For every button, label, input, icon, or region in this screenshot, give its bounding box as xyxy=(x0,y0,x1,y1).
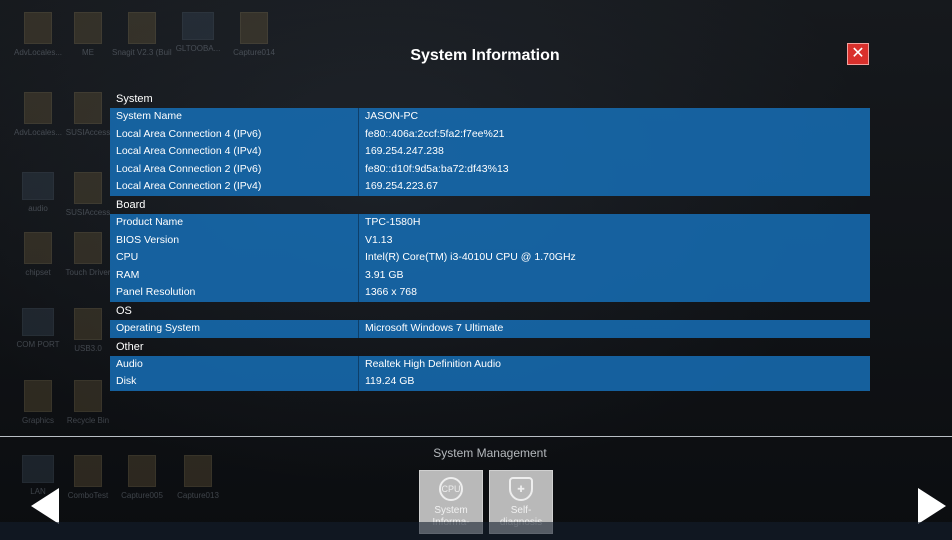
info-value: 169.254.223.67 xyxy=(365,180,438,193)
info-value: V1.13 xyxy=(365,233,393,246)
info-value: 3.91 GB xyxy=(365,268,404,281)
folder-icon xyxy=(24,12,52,44)
desktop-icon[interactable]: Capture005 xyxy=(112,455,172,500)
desktop-icon[interactable]: SUSIAccess xyxy=(58,172,118,217)
desktop-icon[interactable]: Capture013 xyxy=(168,455,228,500)
info-label: System Name xyxy=(110,108,359,126)
info-row: BIOS Version V1.13 xyxy=(110,231,870,250)
system-info-table: System System Name JASON-PC Local Area Conn… xyxy=(110,90,870,391)
info-row: Local Area Connection 4 (IPv6) fe80::406a… xyxy=(110,125,870,144)
section-header: Board xyxy=(116,198,146,211)
info-row: Local Area Connection 4 (IPv4) 169.254.24… xyxy=(110,143,870,161)
folder-icon xyxy=(74,232,102,264)
folder-icon xyxy=(74,12,102,44)
folder-icon xyxy=(74,380,102,412)
info-label: BIOS Version xyxy=(110,231,359,250)
desktop-icon-label: SUSIAccess xyxy=(65,128,111,137)
folder-icon xyxy=(74,308,102,340)
info-label: CPU xyxy=(110,249,359,267)
info-label: Local Area Connection 4 (IPv6) xyxy=(110,125,359,144)
desktop-icon[interactable]: ComboTest xyxy=(58,455,118,500)
section-header: Other xyxy=(116,340,144,353)
taskbar xyxy=(0,522,952,540)
arrow-right-icon[interactable] xyxy=(918,488,946,524)
desktop-icon-label: USB3.0 xyxy=(74,344,102,353)
info-label: Operating System xyxy=(110,319,359,338)
window-title: System Information xyxy=(410,47,560,64)
info-row: Panel Resolution 1366 x 768 xyxy=(110,284,870,302)
info-row: RAM 3.91 GB xyxy=(110,266,870,285)
desktop-icon[interactable]: Recycle Bin xyxy=(58,380,118,425)
desktop-icon-label: Capture005 xyxy=(121,491,163,500)
info-row: CPU Intel(R) Core(TM) i3-4010U CPU @ 1.70… xyxy=(110,249,870,267)
info-label: Local Area Connection 2 (IPv6) xyxy=(110,160,359,179)
info-label: Local Area Connection 2 (IPv4) xyxy=(110,178,359,196)
info-value: fe80::d10f:9d5a:ba72:df43%13 xyxy=(365,162,509,175)
info-label: Panel Resolution xyxy=(110,284,359,302)
desktop-icon-label: Capture013 xyxy=(177,491,219,500)
folder-icon xyxy=(128,12,156,44)
info-value: 169.254.247.238 xyxy=(365,145,444,158)
cpu-icon: CPU xyxy=(439,477,463,501)
info-value: Realtek High Definition Audio xyxy=(365,357,501,370)
info-label: Local Area Connection 4 (IPv4) xyxy=(110,143,359,161)
info-row: Operating System Microsoft Windows 7 Ulti… xyxy=(110,319,870,338)
info-value: 1366 x 768 xyxy=(365,286,417,299)
info-row: Local Area Connection 2 (IPv6) fe80::d10f… xyxy=(110,160,870,179)
info-row: Local Area Connection 2 (IPv4) 169.254.22… xyxy=(110,178,870,196)
shield-icon: ✚ xyxy=(509,477,533,501)
folder-icon xyxy=(22,172,54,200)
info-row: System Name JASON-PC xyxy=(110,108,870,126)
info-label: Disk xyxy=(110,373,359,391)
info-row: Disk 119.24 GB xyxy=(110,373,870,391)
info-value: fe80::406a:2ccf:5fa2:f7ee%21 xyxy=(365,127,505,140)
folder-icon xyxy=(24,380,52,412)
folder-icon xyxy=(24,232,52,264)
info-row: Audio Realtek High Definition Audio xyxy=(110,355,870,374)
folder-icon xyxy=(24,92,52,124)
folder-icon xyxy=(74,92,102,124)
desktop-icon-label: ComboTest xyxy=(67,491,109,500)
info-value: Intel(R) Core(TM) i3-4010U CPU @ 1.70GHz xyxy=(365,251,576,264)
close-button[interactable]: ✕ xyxy=(847,43,869,65)
desktop-icon-label: Touch Driver xyxy=(65,268,111,277)
folder-icon xyxy=(74,172,102,204)
info-label: Product Name xyxy=(110,213,359,232)
info-value: 119.24 GB xyxy=(365,375,415,388)
folder-icon xyxy=(22,308,54,336)
section-header: OS xyxy=(116,304,132,317)
tile-label-line1: Self- xyxy=(510,505,532,516)
divider xyxy=(0,436,952,437)
folder-icon xyxy=(240,12,268,44)
system-management-title: System Management xyxy=(433,446,547,460)
info-label: RAM xyxy=(110,266,359,285)
folder-icon xyxy=(182,12,214,40)
info-value: Microsoft Windows 7 Ultimate xyxy=(365,321,504,334)
desktop-icon-label: Recycle Bin xyxy=(66,416,110,425)
desktop-icon[interactable]: USB3.0 xyxy=(58,308,118,353)
info-value: JASON-PC xyxy=(365,110,419,122)
info-label: Audio xyxy=(110,355,359,374)
section-header: System xyxy=(116,93,153,105)
info-value: TPC-1580H xyxy=(365,215,421,228)
desktop-icon-label: SUSIAccess xyxy=(65,208,111,217)
tile-label-line1: System xyxy=(434,505,468,516)
arrow-left-icon[interactable] xyxy=(31,488,59,524)
desktop-icon[interactable]: Touch Driver xyxy=(58,232,118,277)
close-icon: ✕ xyxy=(851,45,865,62)
desktop-icon[interactable]: SUSIAccess xyxy=(58,92,118,137)
info-row: Product Name TPC-1580H xyxy=(110,213,870,232)
